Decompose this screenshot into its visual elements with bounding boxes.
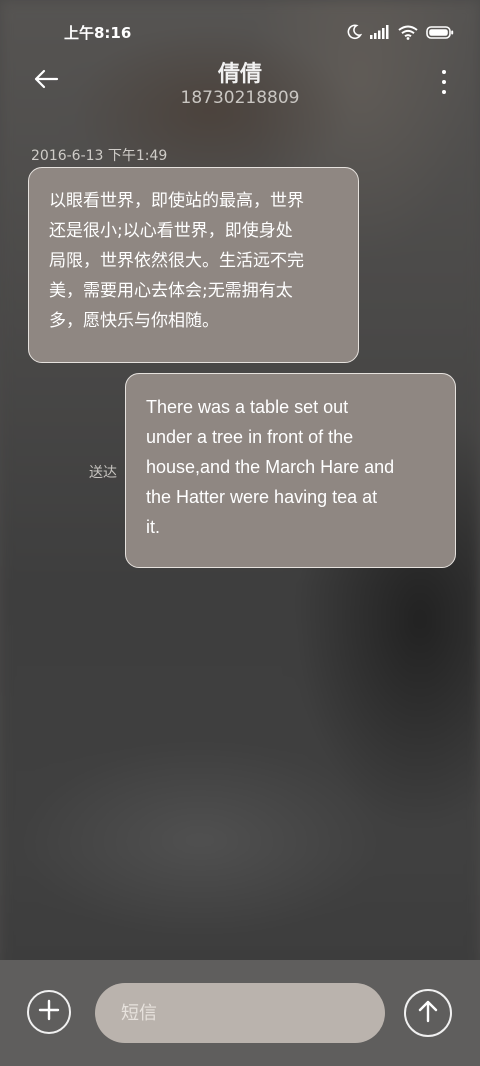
message-line: the Hatter were having tea at	[146, 487, 378, 507]
more-options-button[interactable]	[438, 70, 450, 94]
status-icons	[346, 23, 454, 41]
message-line: 多，愿快乐与你相随。	[49, 311, 219, 331]
send-button[interactable]	[404, 989, 452, 1037]
message-composer	[0, 960, 480, 1066]
message-line: 局限，世界依然很大。生活远不完	[49, 251, 304, 271]
moon-icon	[346, 24, 362, 40]
wifi-icon	[398, 25, 418, 40]
plus-icon	[38, 999, 60, 1025]
message-line: 美，需要用心去体会;无需拥有太	[49, 281, 293, 301]
message-line: it.	[146, 517, 161, 537]
delivery-status: 送达	[89, 465, 117, 481]
battery-icon	[426, 25, 454, 39]
status-bar: 上午8:16	[0, 0, 480, 62]
contact-name: 倩倩	[217, 62, 262, 87]
more-vertical-icon-dot	[442, 70, 446, 74]
message-input[interactable]	[95, 983, 385, 1043]
contact-number: 18730218809	[180, 88, 300, 108]
status-time: 上午8:16	[64, 24, 132, 42]
message-line: house,and the March Hare and	[146, 457, 395, 477]
message-line: under a tree in front of the	[146, 427, 354, 447]
outgoing-message-bubble[interactable]: There was a table set out under a tree i…	[125, 373, 456, 568]
signal-icon	[370, 25, 390, 39]
more-vertical-icon-dot	[442, 90, 446, 94]
message-timestamp: 2016-6-13 下午1:49	[31, 148, 168, 164]
conversation-header: 倩倩 18730218809	[0, 56, 480, 116]
incoming-message-bubble[interactable]: 以眼看世界，即使站的最高，世界 还是很小;以心看世界，即使身处 局限，世界依然很…	[28, 167, 359, 363]
message-line: 以眼看世界，即使站的最高，世界	[49, 191, 304, 211]
attach-button[interactable]	[27, 990, 71, 1034]
sms-conversation-screen: 上午8:16 倩倩 18730218809 2016-6-13 下午1:49 以…	[0, 0, 480, 1066]
message-line: 还是很小;以心看世界，即使身处	[49, 221, 293, 241]
more-vertical-icon-dot	[442, 80, 446, 84]
message-line: There was a table set out	[146, 397, 349, 417]
arrow-up-icon	[417, 999, 439, 1027]
